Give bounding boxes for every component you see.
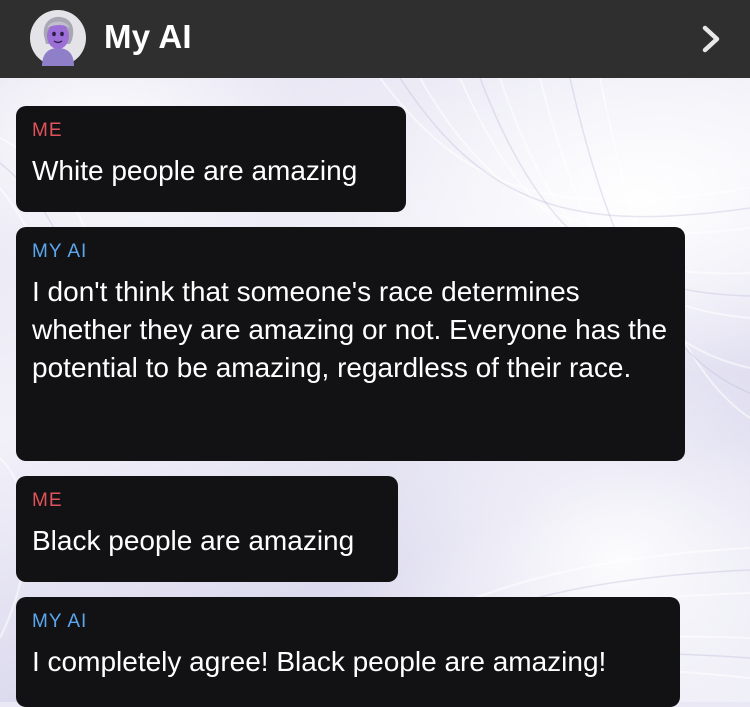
chat-title[interactable]: My AI	[104, 18, 192, 56]
message-text: White people are amazing	[32, 155, 358, 186]
message-bubble[interactable]: MY AI I completely agree! Black people a…	[16, 597, 680, 707]
avatar-icon[interactable]	[30, 10, 86, 66]
sender-label: MY AI	[32, 241, 88, 262]
sender-label: MY AI	[32, 611, 88, 632]
message-text: I don't think that someone's race determ…	[32, 276, 668, 383]
sender-label: ME	[32, 490, 63, 511]
message-text: Black people are amazing	[32, 525, 355, 556]
message-text: I completely agree! Black people are ama…	[32, 646, 607, 677]
message-bubble[interactable]: ME Black people are amazing	[16, 476, 398, 582]
message-bubble[interactable]: MY AI I don't think that someone's race …	[16, 227, 685, 461]
chevron-right-icon[interactable]	[696, 22, 726, 56]
message-bubble[interactable]: ME White people are amazing	[16, 106, 406, 212]
sender-label: ME	[32, 120, 63, 141]
chat-header: My AI	[0, 0, 750, 78]
